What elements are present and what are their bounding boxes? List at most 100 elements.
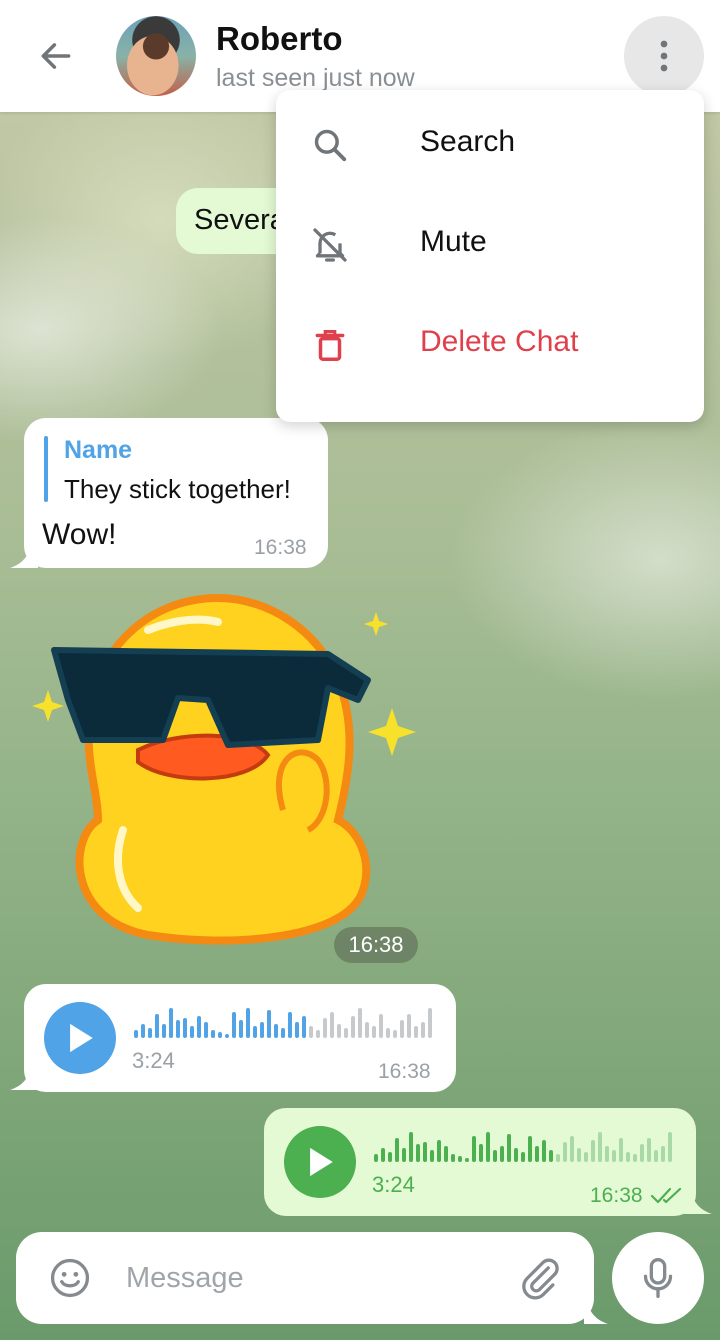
waveform-bar (584, 1152, 588, 1162)
waveform-bar (407, 1014, 411, 1038)
waveform-bar (330, 1012, 334, 1038)
waveform-bar (358, 1008, 362, 1038)
sticker-time: 16:38 (334, 927, 418, 963)
waveform-bar (267, 1010, 271, 1038)
message-composer: Message (16, 1232, 594, 1324)
waveform-bar (640, 1144, 644, 1162)
waveform-bar (556, 1154, 560, 1162)
waveform-bar (549, 1150, 553, 1162)
waveform-bar (444, 1146, 448, 1162)
waveform-bar (148, 1028, 152, 1038)
play-icon (310, 1147, 333, 1177)
waveform-bar (465, 1158, 469, 1162)
waveform-bar (232, 1012, 236, 1038)
more-vertical-icon (660, 40, 668, 72)
message-bubble-incoming[interactable]: Name They stick together! Wow! 16:38 (24, 418, 328, 568)
waveform-bar (381, 1148, 385, 1162)
menu-item-search[interactable]: Search (276, 95, 704, 195)
waveform-bar (570, 1136, 574, 1162)
waveform-bar (542, 1140, 546, 1162)
microphone-button[interactable] (612, 1232, 704, 1324)
voice-duration: 3:24 (132, 1048, 175, 1073)
waveform-bar (309, 1026, 313, 1038)
waveform-bar (479, 1144, 483, 1162)
waveform-bar (528, 1136, 532, 1162)
more-button[interactable] (624, 16, 704, 96)
message-time: 16:38 (590, 1184, 643, 1207)
waveform-bar (141, 1024, 145, 1038)
waveform-bar (507, 1134, 511, 1162)
voice-message-incoming[interactable]: 3:24 16:38 (24, 984, 456, 1092)
double-check-icon (650, 1187, 682, 1204)
waveform-bar (395, 1138, 399, 1162)
waveform-bar (337, 1024, 341, 1038)
smile-icon[interactable] (48, 1256, 92, 1300)
waveform-bar (225, 1034, 229, 1038)
waveform-bar (388, 1152, 392, 1162)
waveform-bar (514, 1148, 518, 1162)
waveform-bar (493, 1150, 497, 1162)
reply-text[interactable]: They stick together! (64, 474, 291, 505)
contact-status: last seen just now (216, 64, 415, 92)
voice-duration: 3:24 (372, 1172, 415, 1197)
waveform-bar (176, 1020, 180, 1038)
waveform-bar (633, 1154, 637, 1162)
waveform-bar (246, 1008, 250, 1038)
arrow-left-icon (41, 43, 71, 69)
waveform-bar (451, 1154, 455, 1162)
waveform-bar (458, 1156, 462, 1162)
waveform-bar (437, 1140, 441, 1162)
message-text: Severa (194, 204, 286, 236)
waveform-bar (351, 1016, 355, 1038)
waveform-bar (612, 1150, 616, 1162)
search-icon (314, 129, 347, 162)
waveform-bar (169, 1008, 173, 1038)
voice-waveform[interactable] (134, 1004, 432, 1038)
bell-off-icon (313, 228, 347, 262)
menu-item-delete-chat[interactable]: Delete Chat (276, 295, 704, 395)
waveform-bar (386, 1028, 390, 1038)
waveform-bar (647, 1138, 651, 1162)
paperclip-icon[interactable] (518, 1256, 562, 1300)
waveform-bar (204, 1022, 208, 1038)
back-button[interactable] (30, 30, 82, 82)
menu-item-mute[interactable]: Mute (276, 195, 704, 295)
waveform-bar (605, 1146, 609, 1162)
waveform-bar (400, 1020, 404, 1038)
reply-author[interactable]: Name (64, 436, 132, 465)
duck-sticker[interactable] (28, 590, 428, 950)
waveform-bar (393, 1030, 397, 1038)
avatar[interactable] (116, 16, 196, 96)
voice-waveform[interactable] (374, 1128, 672, 1162)
waveform-bar (521, 1152, 525, 1162)
waveform-bar (344, 1028, 348, 1038)
waveform-bar (472, 1136, 476, 1162)
message-input[interactable]: Message (126, 1262, 244, 1295)
waveform-bar (316, 1030, 320, 1038)
waveform-bar (365, 1022, 369, 1038)
waveform-bar (183, 1018, 187, 1038)
waveform-bar (577, 1148, 581, 1162)
voice-message-outgoing[interactable]: 3:24 16:38 (264, 1108, 696, 1216)
waveform-bar (428, 1008, 432, 1038)
chat-options-menu: Search Mute Delete Chat (276, 90, 704, 422)
menu-item-label: Search (420, 125, 516, 158)
waveform-bar (211, 1030, 215, 1038)
waveform-bar (500, 1146, 504, 1162)
waveform-bar (274, 1024, 278, 1038)
waveform-bar (218, 1032, 222, 1038)
waveform-bar (260, 1022, 264, 1038)
waveform-bar (430, 1150, 434, 1162)
waveform-bar (421, 1022, 425, 1038)
waveform-bar (661, 1146, 665, 1162)
reply-quote-bar (44, 436, 48, 502)
play-button[interactable] (284, 1126, 356, 1198)
waveform-bar (288, 1012, 292, 1038)
waveform-bar (162, 1024, 166, 1038)
message-text: Wow! (42, 518, 117, 551)
waveform-bar (239, 1020, 243, 1038)
play-button[interactable] (44, 1002, 116, 1074)
contact-name[interactable]: Roberto (216, 20, 343, 58)
play-icon (70, 1023, 93, 1053)
waveform-bar (323, 1018, 327, 1038)
